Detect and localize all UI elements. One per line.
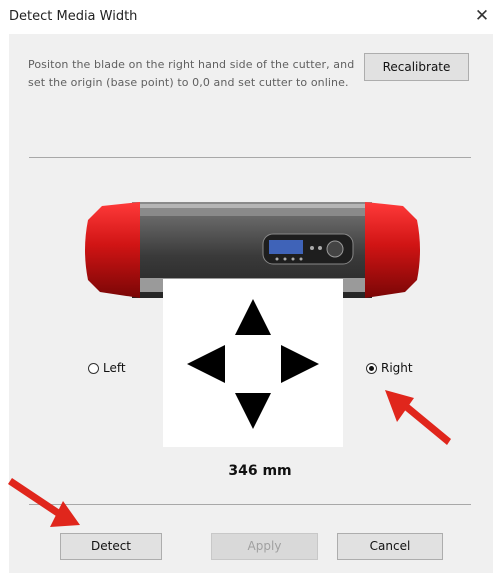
divider-bottom — [29, 504, 471, 505]
apply-button[interactable]: Apply — [211, 533, 318, 560]
cancel-button[interactable]: Cancel — [337, 533, 443, 560]
arrow-right-icon[interactable] — [281, 345, 319, 383]
window-title: Detect Media Width — [9, 9, 138, 24]
radio-left[interactable]: Left — [88, 361, 126, 375]
arrow-up-icon[interactable] — [235, 299, 271, 335]
title-bar: Detect Media Width ✕ — [0, 0, 493, 32]
divider-top — [29, 157, 471, 158]
recalibrate-button[interactable]: Recalibrate — [364, 53, 469, 81]
radio-right-circle[interactable] — [366, 362, 377, 374]
detect-button[interactable]: Detect — [60, 533, 162, 560]
radio-left-circle[interactable] — [88, 362, 99, 374]
arrow-down-icon[interactable] — [235, 393, 271, 429]
radio-right-label: Right — [381, 361, 413, 375]
instructions-text: Positon the blade on the right hand side… — [28, 58, 355, 89]
radio-left-label: Left — [103, 361, 126, 375]
radio-right[interactable]: Right — [366, 361, 413, 375]
close-icon[interactable]: ✕ — [471, 5, 493, 27]
jog-arrows — [163, 279, 343, 447]
arrow-left-icon[interactable] — [187, 345, 225, 383]
media-width-value: 346 mm — [228, 463, 292, 479]
